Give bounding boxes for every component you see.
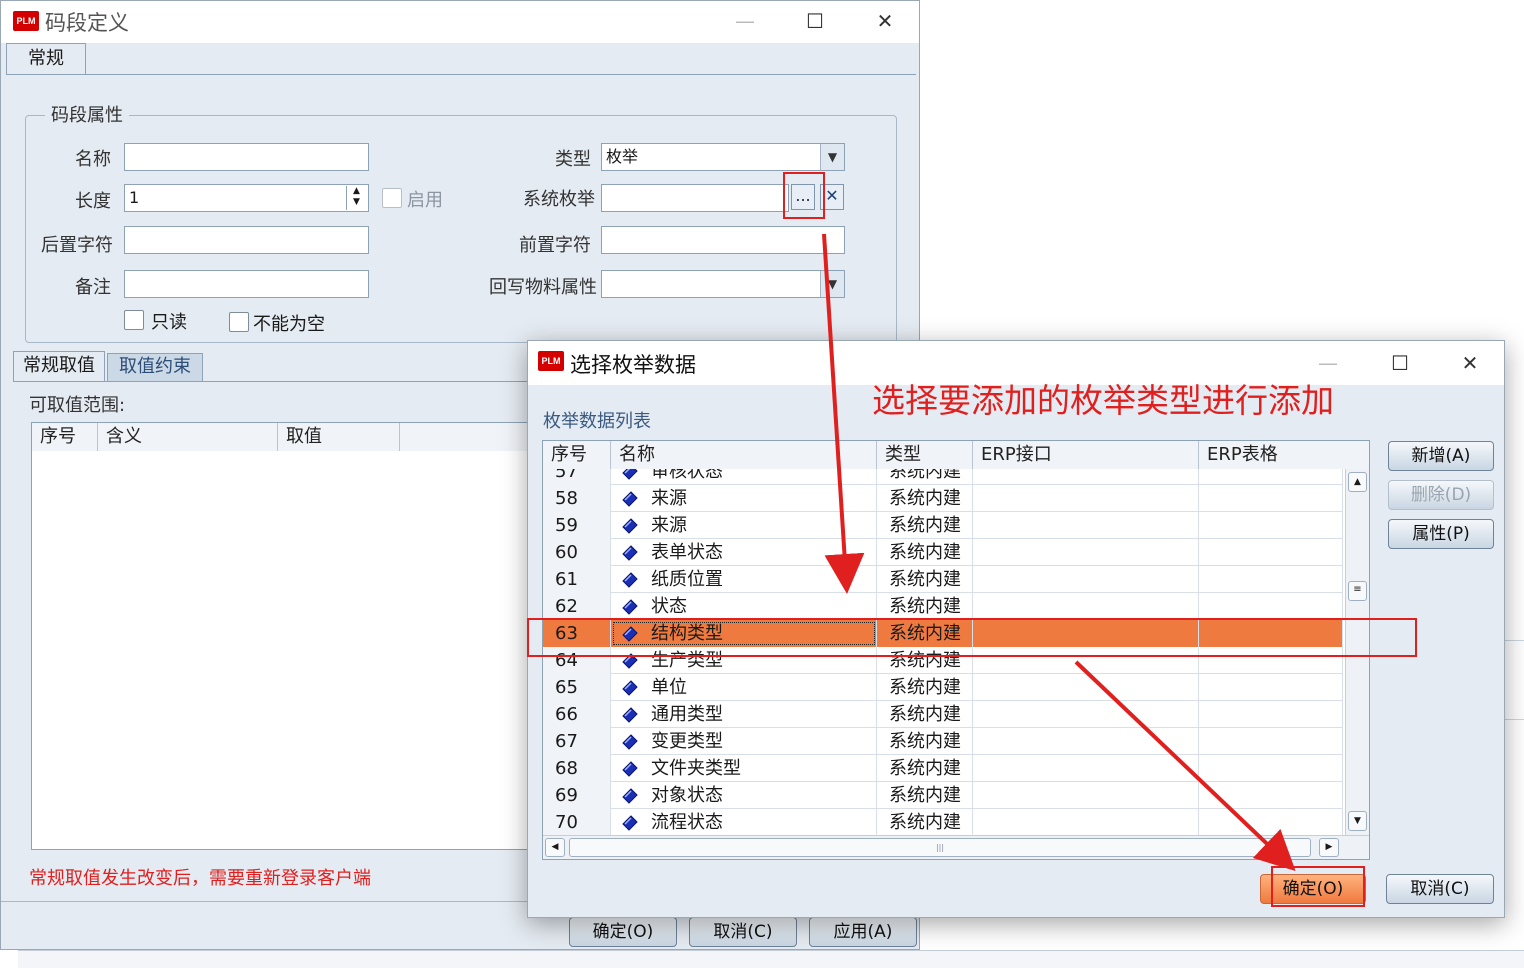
arrow-to-row-icon [822,233,865,594]
arrow-to-ok-icon [1074,660,1296,872]
annotation-arrows [822,233,1296,872]
